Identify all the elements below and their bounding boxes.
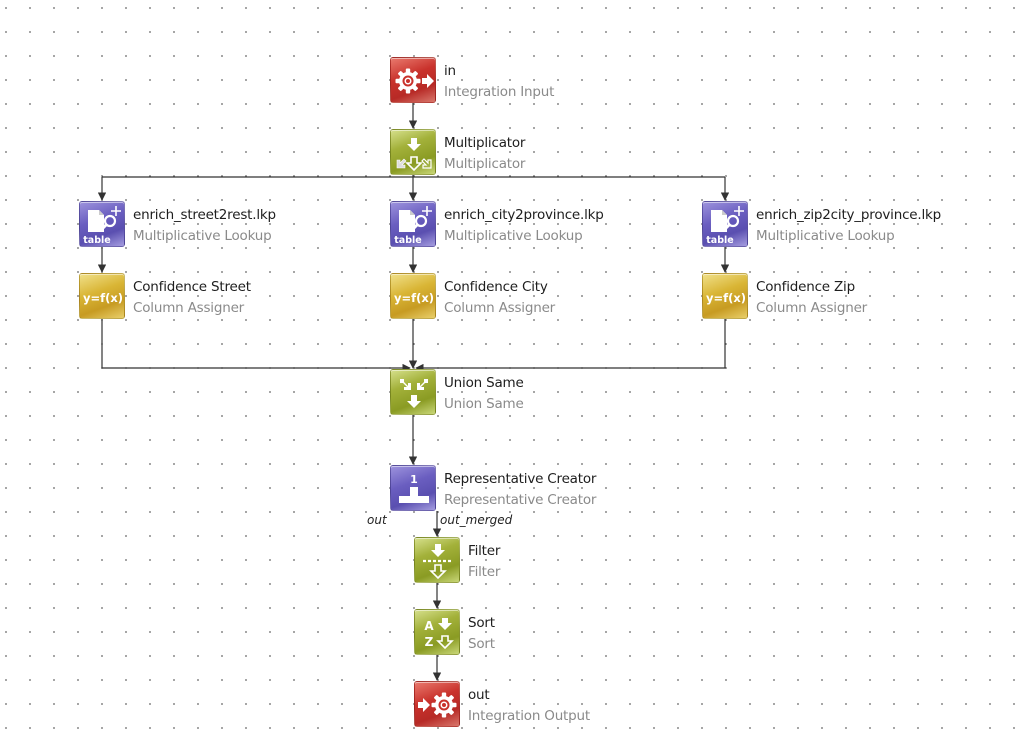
icon-label: 1: [410, 473, 418, 486]
edge-conf-zip-union[interactable]: [415, 319, 726, 373]
node-name: Confidence Street: [133, 279, 251, 295]
table-lookup-icon: table: [390, 201, 436, 247]
icon-label: y=f(x): [83, 291, 123, 305]
node-type: Integration Output: [468, 708, 590, 724]
sort-az-icon: A Z: [414, 609, 460, 655]
table-lookup-icon: table: [79, 201, 125, 247]
node-type: Sort: [468, 636, 495, 652]
node-name: Multiplicator: [444, 135, 526, 151]
port-out-merged-label[interactable]: out_merged: [440, 513, 512, 527]
icon-label: y=f(x): [706, 291, 746, 305]
node-type: Filter: [468, 564, 501, 580]
port-out-label[interactable]: out: [367, 513, 387, 527]
node-type: Integration Input: [444, 84, 555, 100]
node-name: Representative Creator: [444, 471, 597, 487]
icon-label: table: [83, 235, 110, 246]
function-icon: y=f(x): [79, 273, 125, 319]
arrow-in-gear-icon: [414, 681, 460, 727]
icon-label: table: [706, 235, 733, 246]
node-type: Column Assigner: [444, 300, 556, 316]
edge-conf-street-union[interactable]: [101, 319, 411, 373]
icon-label: table: [394, 235, 421, 246]
node-type: Multiplicative Lookup: [756, 228, 895, 244]
node-name: Sort: [468, 615, 495, 631]
function-icon: y=f(x): [390, 273, 436, 319]
merge-arrows-icon: [390, 369, 436, 415]
node-name: out: [468, 687, 490, 703]
node-name: enrich_zip2city_province.lkp: [756, 207, 942, 223]
node-name: in: [444, 63, 456, 79]
split-arrows-icon: [390, 129, 436, 175]
node-name: Union Same: [444, 375, 524, 391]
icon-label-a: A: [424, 619, 434, 633]
node-type: Column Assigner: [133, 300, 245, 316]
podium-icon: 1: [390, 465, 436, 511]
node-type: Union Same: [444, 396, 524, 412]
gear-arrow-out-icon: [390, 57, 436, 103]
node-name: Confidence Zip: [756, 279, 855, 295]
icon-label: y=f(x): [394, 291, 434, 305]
node-name: Confidence City: [444, 279, 548, 295]
node-name: enrich_city2province.lkp: [444, 207, 604, 223]
icon-label-z: Z: [425, 635, 434, 649]
function-icon: y=f(x): [702, 273, 748, 319]
node-type: Column Assigner: [756, 300, 868, 316]
node-type: Representative Creator: [444, 492, 597, 508]
node-type: Multiplicative Lookup: [133, 228, 272, 244]
node-type: Multiplicator: [444, 156, 526, 172]
node-name: Filter: [468, 543, 501, 559]
filter-icon: [414, 537, 460, 583]
node-name: enrich_street2rest.lkp: [133, 207, 276, 223]
node-type: Multiplicative Lookup: [444, 228, 583, 244]
table-lookup-icon: table: [702, 201, 748, 247]
